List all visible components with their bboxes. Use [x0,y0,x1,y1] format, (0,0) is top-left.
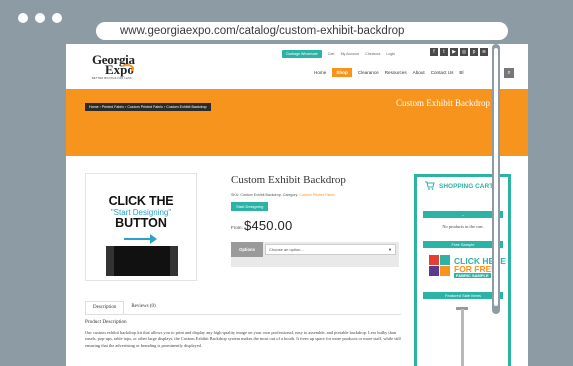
youtube-icon[interactable]: ▶ [450,48,458,56]
product-image[interactable]: CLICK THE "Start Designing" BUTTON [85,173,197,281]
window-dot-maximize[interactable] [52,13,62,23]
product-category-link[interactable]: Custom Printed Fabric. [299,193,336,197]
pinterest-icon[interactable]: p [470,48,478,56]
description-heading: Product Description [85,319,127,325]
ad-swatch-teal [440,255,450,265]
options-panel: Options Choose an option... ▼ [231,242,399,267]
search-icon[interactable]: ⌕ [504,68,514,78]
product-price: $450.00 [244,218,293,233]
browser-frame: www.georgiaexpo.com/catalog/custom-exhib… [0,0,573,366]
top-utility-nav: Garbage Wholesale Cart My Account Checko… [282,50,395,58]
tab-reviews[interactable]: Reviews (0) [124,301,162,315]
cart-heading[interactable]: SHOPPING CART [425,181,494,190]
tab-description[interactable]: Description [85,301,125,315]
nav-item-blog[interactable]: Bl [459,68,463,77]
ad-swatch-red [429,255,439,265]
product-title: Custom Exhibit Backdrop [231,174,346,186]
banner-title: Custom Exhibit Backdrop [396,98,490,108]
nav-item-resources[interactable]: Resources [385,68,407,77]
product-image-text-1: CLICK THE [108,194,174,208]
nav-item-clearance[interactable]: Clearance [358,68,379,77]
cart-bar: – [423,211,503,218]
options-select[interactable]: Choose an option... ▼ [265,244,396,255]
ad-swatch-orange [440,266,450,276]
nav-item-about[interactable]: About [413,68,425,77]
arrowhead-icon [150,234,157,244]
twitter-icon[interactable]: t [440,48,448,56]
backdrop-illustration [106,246,178,276]
window-dot-minimize[interactable] [35,13,45,23]
options-select-value: Choose an option... [269,247,304,252]
shopping-cart-icon [425,181,435,190]
topnav-link-cart[interactable]: Cart [328,51,335,57]
site-logo[interactable]: Georgia Expo BETTER BOOTHS FOR LESS [92,52,158,84]
topnav-highlight-link[interactable]: Garbage Wholesale [282,50,322,58]
breadcrumb[interactable]: Home › Printed Fabric › Custom Printed F… [85,103,211,111]
instagram-icon[interactable]: ◎ [460,48,468,56]
product-tabs: Description Reviews (0) [85,301,163,315]
price-from-label: From: [231,225,243,230]
nav-item-home[interactable]: Home [314,68,326,77]
window-controls [18,13,62,23]
arrow-right-icon [124,238,152,240]
rss-icon[interactable]: ≋ [480,48,488,56]
logo-tagline: BETTER BOOTHS FOR LESS [92,77,132,80]
ad-swatch-purple [429,266,439,276]
main-nav: Home Shop Clearance Resources About Cont… [314,68,464,77]
facebook-icon[interactable]: f [430,48,438,56]
chevron-down-icon: ▼ [388,247,392,252]
cart-empty-message: No products in the cart. [442,224,484,229]
window-dot-close[interactable] [18,13,28,23]
site-header: Georgia Expo BETTER BOOTHS FOR LESS Garb… [66,44,528,90]
scrollbar-thumb[interactable] [494,48,498,306]
ad-text-3: FABRIC SAMPLE [454,273,491,278]
nav-item-shop[interactable]: Shop [332,68,352,77]
topnav-link-account[interactable]: My Account [341,51,360,57]
topnav-link-checkout[interactable]: Checkout [365,51,380,57]
product-image-text-3: BUTTON [115,216,167,230]
nav-item-contact[interactable]: Contact Us [431,68,454,77]
social-links: f t ▶ ◎ p ≋ [430,48,488,56]
page-viewport: Georgia Expo BETTER BOOTHS FOR LESS Garb… [66,44,528,366]
banner-stand-pole [461,309,464,366]
product-meta-sku: SKU: Custom Exhibit Backdrop. Category: [231,193,299,197]
product-meta: SKU: Custom Exhibit Backdrop. Category: … [231,193,336,197]
featured-sale-heading: Featured Sale Items [423,292,503,299]
free-sample-heading: Free Sample [423,241,503,248]
address-bar[interactable]: www.georgiaexpo.com/catalog/custom-exhib… [96,22,508,40]
description-text: Our custom exhibit backdrop kit that all… [85,330,401,348]
topnav-link-login[interactable]: Login [386,51,395,57]
start-designing-button[interactable]: Start Designing [231,202,269,211]
options-label: Options [231,242,263,257]
cart-title: SHOPPING CART [439,183,494,190]
logo-swoosh-icon [120,64,134,73]
